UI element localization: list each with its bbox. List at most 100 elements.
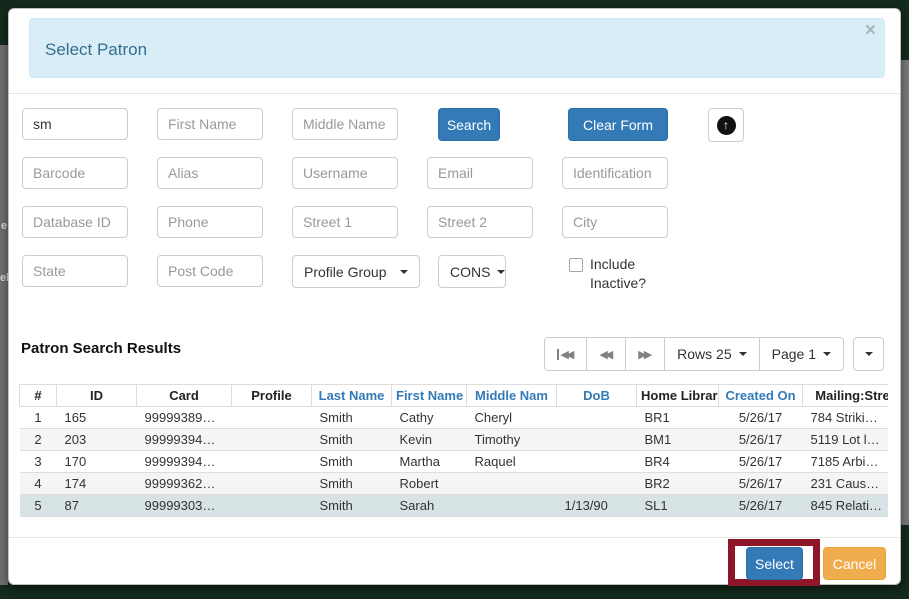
- cell-card: 99999389…: [137, 407, 232, 429]
- cell-card: 99999394…: [137, 451, 232, 473]
- table-row[interactable]: 2 203 99999394… Smith Kevin Timothy BM1 …: [20, 429, 889, 451]
- barcode-input[interactable]: [22, 157, 128, 189]
- footer-divider: [9, 537, 900, 538]
- identification-input[interactable]: [562, 157, 668, 189]
- select-button[interactable]: Select: [746, 547, 803, 580]
- profile-group-dropdown-label: Profile Group: [304, 264, 386, 280]
- cell-profile: [232, 495, 312, 517]
- include-inactive-label: Include Inactive?: [590, 255, 656, 293]
- cell-last-name: Smith: [312, 429, 392, 451]
- grid-options-dropdown[interactable]: [853, 337, 884, 371]
- toggle-advanced-search-button[interactable]: ↑: [708, 108, 744, 142]
- middle-name-input[interactable]: [292, 108, 398, 140]
- column-header-mailing-street: Mailing:Stre: [803, 385, 889, 407]
- column-header-last-name[interactable]: Last Name: [312, 385, 392, 407]
- profile-group-dropdown[interactable]: Profile Group: [292, 255, 420, 288]
- cell-id: 87: [57, 495, 137, 517]
- rows-per-page-label: Rows 25: [677, 346, 731, 362]
- include-inactive-option[interactable]: Include Inactive?: [569, 255, 656, 293]
- cell-middle-name: Cheryl: [467, 407, 557, 429]
- column-header-middle-name[interactable]: Middle Nam: [467, 385, 557, 407]
- search-form-row-3: [22, 206, 697, 239]
- column-header-dob[interactable]: DoB: [557, 385, 637, 407]
- phone-input[interactable]: [157, 206, 263, 238]
- cell-middle-name: Timothy: [467, 429, 557, 451]
- chevron-down-icon: [497, 270, 505, 274]
- chevron-down-icon: [823, 352, 831, 356]
- rows-per-page-dropdown[interactable]: Rows 25: [664, 337, 759, 371]
- cell-profile: [232, 407, 312, 429]
- cell-last-name: Smith: [312, 495, 392, 517]
- cell-mailing-street: 784 Striki…: [803, 407, 889, 429]
- cell-index: 2: [20, 429, 57, 451]
- close-icon[interactable]: ×: [865, 20, 876, 42]
- post-code-input[interactable]: [157, 255, 263, 287]
- cell-dob: [557, 429, 637, 451]
- cell-mailing-street: 7185 Arbi…: [803, 451, 889, 473]
- last-name-input[interactable]: [22, 108, 128, 140]
- previous-page-icon: ◀◀: [599, 348, 613, 361]
- page-number-label: Page 1: [772, 346, 816, 362]
- pagination-controls: ◀◀ ◀◀ ▶▶ Rows 25 Page 1: [544, 337, 884, 371]
- cell-profile: [232, 451, 312, 473]
- cell-middle-name: Raquel: [467, 451, 557, 473]
- column-header-id: ID: [57, 385, 137, 407]
- org-unit-dropdown[interactable]: CONS: [438, 255, 506, 288]
- cell-first-name: Martha: [392, 451, 467, 473]
- search-form-row-4: Profile Group CONS Include Inactive?: [22, 255, 656, 288]
- include-inactive-checkbox[interactable]: [569, 258, 583, 272]
- search-button[interactable]: Search: [438, 108, 500, 141]
- previous-page-button[interactable]: ◀◀: [586, 337, 626, 371]
- cell-card: 99999303…: [137, 495, 232, 517]
- cell-dob: [557, 451, 637, 473]
- chevron-down-icon: [739, 352, 747, 356]
- cell-home-library: SL1: [637, 495, 719, 517]
- street1-input[interactable]: [292, 206, 398, 238]
- modal-title: Select Patron: [45, 40, 147, 60]
- cell-first-name: Robert: [392, 473, 467, 495]
- header-divider: [9, 93, 900, 94]
- alias-input[interactable]: [157, 157, 263, 189]
- cell-card: 99999394…: [137, 429, 232, 451]
- backdrop-left-strip: [0, 45, 8, 585]
- username-input[interactable]: [292, 157, 398, 189]
- cell-dob: [557, 407, 637, 429]
- cell-id: 174: [57, 473, 137, 495]
- cell-dob: [557, 473, 637, 495]
- database-id-input[interactable]: [22, 206, 128, 238]
- table-row[interactable]: 3 170 99999394… Smith Martha Raquel BR4 …: [20, 451, 889, 473]
- city-input[interactable]: [562, 206, 668, 238]
- backdrop-right-strip: [900, 60, 909, 525]
- table-row-selected[interactable]: 5 87 99999303… Smith Sarah 1/13/90 SL1 5…: [20, 495, 889, 517]
- table-row[interactable]: 1 165 99999389… Smith Cathy Cheryl BR1 5…: [20, 407, 889, 429]
- chevron-down-icon: [865, 352, 873, 356]
- arrow-up-circle-icon: ↑: [717, 116, 736, 135]
- column-header-created-on[interactable]: Created On: [719, 385, 803, 407]
- state-input[interactable]: [22, 255, 128, 287]
- cell-middle-name: [467, 495, 557, 517]
- cell-created-on: 5/26/17: [719, 473, 803, 495]
- cell-index: 1: [20, 407, 57, 429]
- cell-id: 165: [57, 407, 137, 429]
- cell-first-name: Cathy: [392, 407, 467, 429]
- cell-mailing-street: 845 Relati…: [803, 495, 889, 517]
- cell-middle-name: [467, 473, 557, 495]
- clear-form-button[interactable]: Clear Form: [568, 108, 668, 141]
- cancel-button[interactable]: Cancel: [823, 547, 886, 580]
- page-number-dropdown[interactable]: Page 1: [759, 337, 844, 371]
- column-header-home-library: Home Librar: [637, 385, 719, 407]
- column-header-profile: Profile: [232, 385, 312, 407]
- table-row[interactable]: 4 174 99999362… Smith Robert BR2 5/26/17…: [20, 473, 889, 495]
- email-input[interactable]: [427, 157, 533, 189]
- cell-created-on: 5/26/17: [719, 429, 803, 451]
- cell-first-name: Kevin: [392, 429, 467, 451]
- first-name-input[interactable]: [157, 108, 263, 140]
- cell-home-library: BR4: [637, 451, 719, 473]
- modal-header: Select Patron ×: [29, 18, 885, 78]
- next-page-button[interactable]: ▶▶: [625, 337, 665, 371]
- street2-input[interactable]: [427, 206, 533, 238]
- column-header-first-name[interactable]: First Name: [392, 385, 467, 407]
- cell-dob: 1/13/90: [557, 495, 637, 517]
- cell-id: 170: [57, 451, 137, 473]
- first-page-button[interactable]: ◀◀: [544, 337, 587, 371]
